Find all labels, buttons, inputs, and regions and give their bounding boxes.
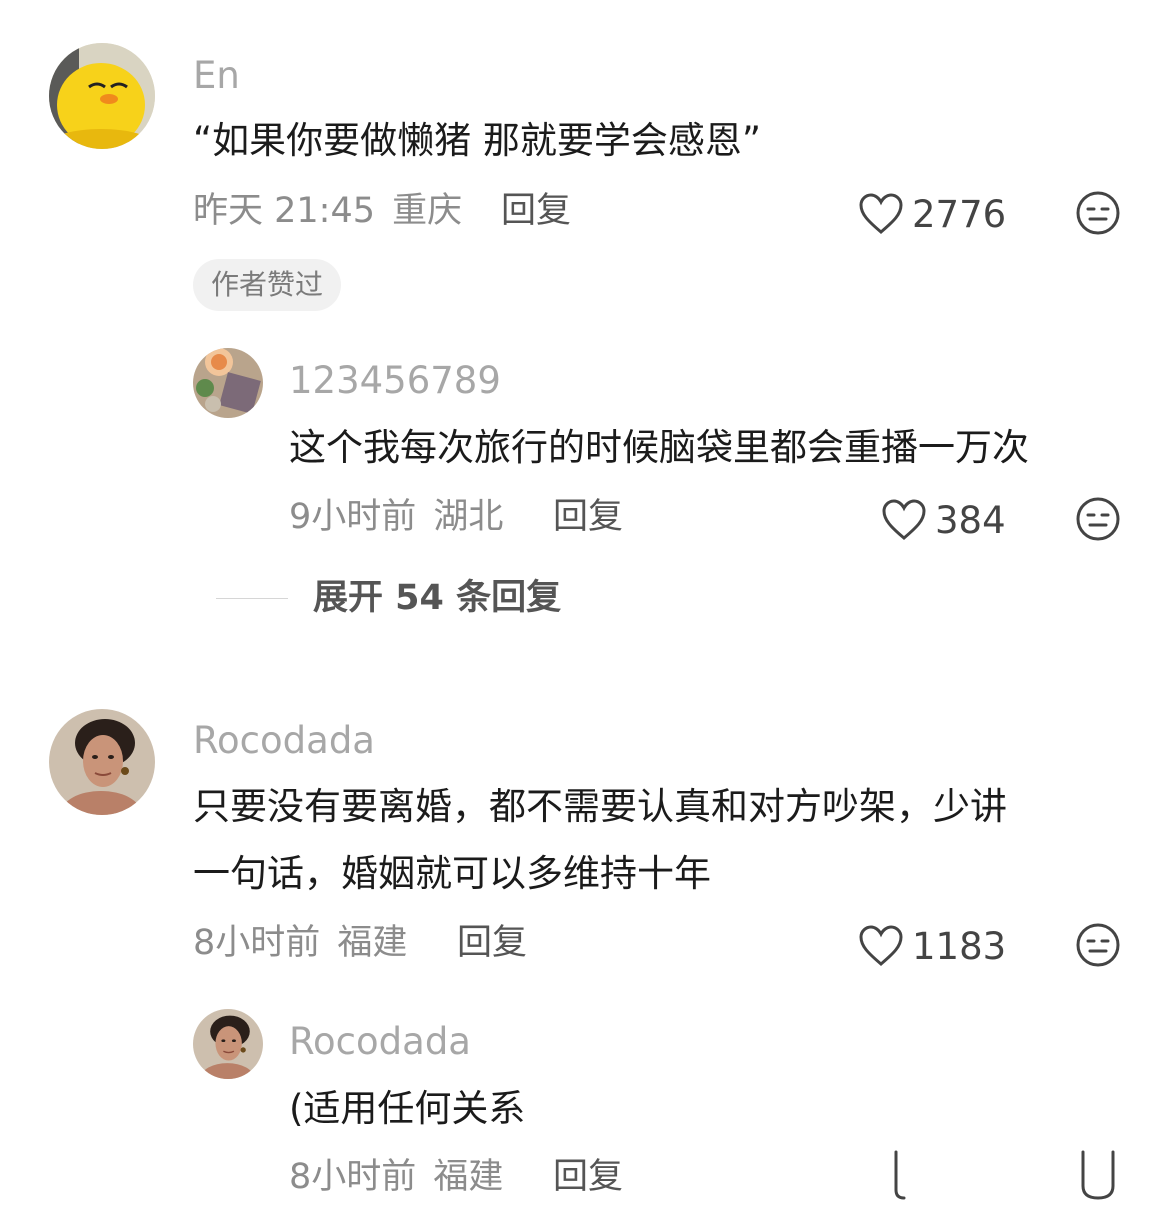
reply-username[interactable]: 123456789 [289, 362, 501, 399]
comment-username[interactable]: Rocodada [193, 722, 375, 759]
reply-button[interactable]: 回复 [457, 926, 527, 961]
reply-username[interactable]: Rocodada [289, 1023, 471, 1060]
reply-time: 9小时前 [289, 497, 417, 537]
reply-button[interactable]: 回复 [553, 500, 623, 535]
expand-divider [216, 598, 288, 599]
meh-face-icon[interactable] [1075, 190, 1121, 236]
heart-outline-icon [882, 499, 926, 540]
heart-outline-icon [859, 193, 903, 234]
yellow-duck-avatar-icon [49, 43, 155, 149]
reply-text: 这个我每次旅行的时候脑袋里都会重播一万次 [289, 426, 1029, 469]
meh-face-icon[interactable] [1075, 922, 1121, 968]
like-count: 2776 [912, 192, 1007, 236]
reply-button[interactable]: 回复 [553, 1160, 623, 1195]
reply-text: (适用任何关系 [289, 1087, 526, 1130]
comment-username[interactable]: En [193, 57, 240, 94]
reply-meta: 8小时前 福建 [289, 1160, 503, 1195]
avatar[interactable] [193, 1009, 263, 1079]
woman-portrait-avatar-icon [193, 1009, 263, 1079]
avatar[interactable] [193, 348, 263, 418]
heart-outline-icon[interactable] [888, 1150, 934, 1200]
comment-time: 8小时前 [193, 923, 321, 963]
like-count: 384 [935, 498, 1006, 542]
author-liked-badge: 作者赞过 [193, 259, 342, 311]
food-photo-avatar-icon [193, 348, 263, 418]
like-button[interactable]: 1183 [858, 925, 1006, 967]
reply-time: 8小时前 [289, 1157, 417, 1197]
reply-meta: 9小时前 湖北 [289, 500, 503, 535]
reply-location: 湖北 [433, 497, 504, 537]
comment-location: 福建 [337, 923, 408, 963]
reply-location: 福建 [433, 1157, 504, 1197]
comment-time: 昨天 21:45 [193, 191, 375, 231]
comment-meta: 昨天 21:45 重庆 [193, 194, 462, 229]
heart-outline-icon [859, 925, 903, 966]
comment-location: 重庆 [392, 191, 463, 231]
avatar[interactable] [49, 709, 155, 815]
reply-button[interactable]: 回复 [501, 194, 571, 229]
comment-text-line-2: 一句话，婚姻就可以多维持十年 [193, 852, 711, 895]
like-button[interactable]: 2776 [858, 193, 1006, 235]
comment-text: “如果你要做懒猪 那就要学会感恩” [193, 119, 762, 162]
meh-face-icon[interactable] [1075, 1150, 1121, 1200]
avatar[interactable] [49, 43, 155, 149]
comment-meta: 8小时前 福建 [193, 926, 407, 961]
comment-text-line-1: 只要没有要离婚，都不需要认真和对方吵架，少讲 [193, 785, 1007, 828]
like-count: 1183 [912, 924, 1007, 968]
meh-face-icon[interactable] [1075, 496, 1121, 542]
expand-replies-button[interactable]: 展开 54 条回复 [313, 581, 561, 616]
like-button[interactable]: 384 [881, 499, 1006, 541]
woman-portrait-avatar-icon [49, 709, 155, 815]
